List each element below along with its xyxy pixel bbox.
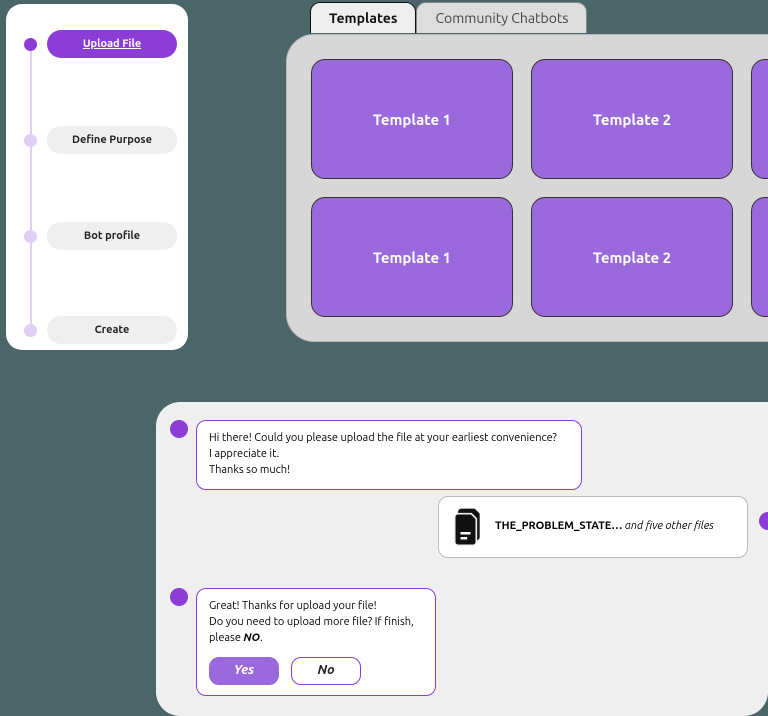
yes-button[interactable]: Yes [209, 657, 279, 685]
step-dot [24, 134, 37, 147]
uploaded-files-label: THE_PROBLEM_STATE… and five other files [495, 519, 714, 535]
templates-panel: Template 1 Template 2 Template 1 Templat… [286, 34, 768, 342]
tab-templates[interactable]: Templates [310, 2, 416, 33]
step-create[interactable]: Create [20, 316, 177, 344]
step-dot [24, 38, 37, 51]
file-stack-icon [451, 507, 485, 547]
user-upload-message: THE_PROBLEM_STATE… and five other files [438, 496, 748, 558]
message-line: Thanks so much! [209, 463, 569, 479]
step-label[interactable]: Define Purpose [47, 126, 177, 154]
template-card-peek[interactable] [751, 197, 768, 317]
stepper-timeline [30, 38, 32, 324]
no-button[interactable]: No [291, 657, 361, 685]
user-avatar-dot [759, 512, 768, 530]
bot-message: Great! Thanks for upload your file! Do y… [196, 588, 436, 696]
step-upload-file[interactable]: Upload File [20, 30, 177, 58]
step-label[interactable]: Create [47, 316, 177, 344]
template-card[interactable]: Template 1 [311, 197, 513, 317]
bot-message: Hi there! Could you please upload the fi… [196, 420, 582, 490]
template-card[interactable]: Template 1 [311, 59, 513, 179]
message-line: Hi there! Could you please upload the fi… [209, 431, 569, 447]
step-bot-profile[interactable]: Bot profile [20, 222, 177, 250]
chat-panel: Hi there! Could you please upload the fi… [156, 402, 768, 716]
stepper-panel: Upload File Define Purpose Bot profile C… [6, 4, 188, 350]
tab-community-chatbots[interactable]: Community Chatbots [416, 2, 587, 33]
message-line: Do you need to upload more file? If fini… [209, 615, 423, 647]
template-card-peek[interactable] [751, 59, 768, 179]
message-line: I appreciate it. [209, 447, 569, 463]
template-card[interactable]: Template 2 [531, 59, 733, 179]
message-line: Great! Thanks for upload your file! [209, 599, 423, 615]
step-dot [24, 324, 37, 337]
step-label[interactable]: Upload File [47, 30, 177, 58]
bot-avatar-dot [170, 420, 188, 438]
step-define-purpose[interactable]: Define Purpose [20, 126, 177, 154]
template-card[interactable]: Template 2 [531, 197, 733, 317]
response-actions: Yes No [209, 657, 423, 685]
step-label[interactable]: Bot profile [47, 222, 177, 250]
step-dot [24, 230, 37, 243]
tabs: Templates Community Chatbots [310, 2, 587, 33]
bot-avatar-dot [170, 588, 188, 606]
